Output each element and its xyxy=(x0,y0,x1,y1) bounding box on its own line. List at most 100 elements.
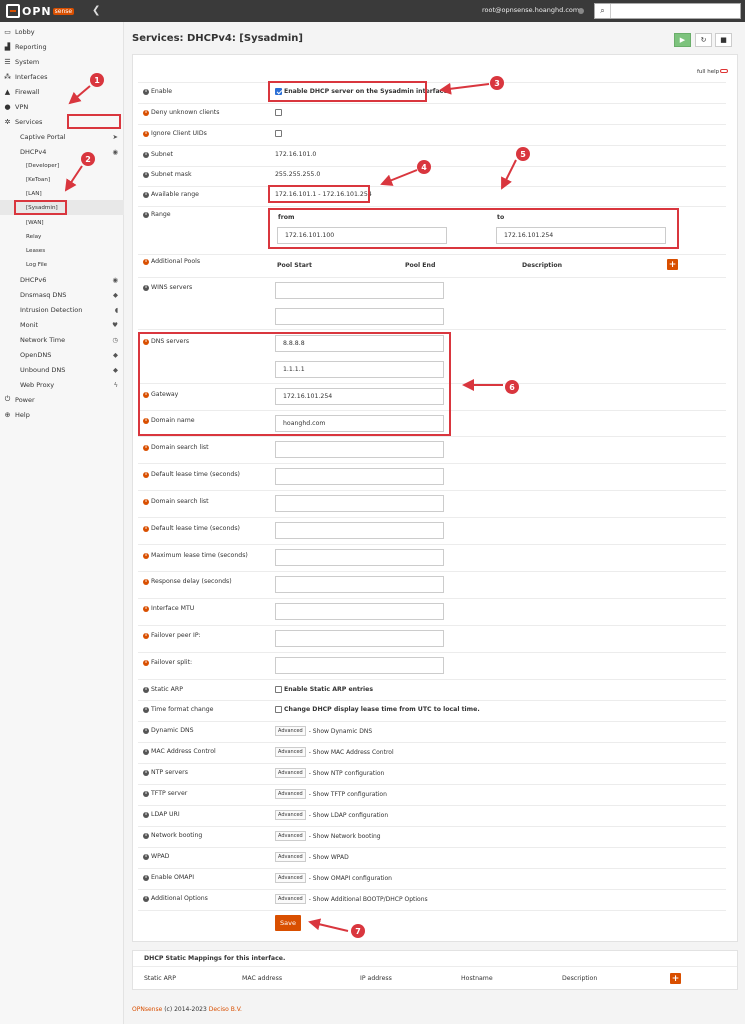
divider xyxy=(138,910,726,911)
ldap-advanced[interactable]: Advanced - Show LDAP configuration xyxy=(275,810,388,820)
failover-split-input[interactable] xyxy=(275,657,444,674)
sidebar-item-lobby[interactable]: ▭ Lobby xyxy=(0,24,124,39)
sidebar-item-unbound-dns[interactable]: Unbound DNS ◆ xyxy=(0,362,124,377)
response-delay-input[interactable] xyxy=(275,576,444,593)
collapse-sidebar-icon[interactable]: ❮ xyxy=(92,5,100,16)
mac-control-advanced[interactable]: Advanced - Show MAC Address Control xyxy=(275,747,394,757)
sidebar-item-captive-portal[interactable]: Captive Portal ➤ xyxy=(0,129,124,144)
info-icon: i xyxy=(143,706,149,713)
heartbeat-icon: ♥ xyxy=(112,320,118,329)
info-icon: i xyxy=(143,686,149,693)
divider xyxy=(138,166,726,167)
additional-options-advanced[interactable]: Advanced - Show Additional BOOTP/DHCP Opt… xyxy=(275,894,428,904)
wins-server-2-input[interactable] xyxy=(275,308,444,325)
ntp-advanced[interactable]: Advanced - Show NTP configuration xyxy=(275,768,384,778)
highlight-range xyxy=(268,208,679,249)
default-lease-time-input[interactable] xyxy=(275,468,444,485)
subnet-mask-label: i Subnet mask xyxy=(143,171,192,178)
sidebar-item-firewall[interactable]: ▲ Firewall xyxy=(0,84,124,99)
domain-search-list-input[interactable] xyxy=(275,441,444,458)
info-icon: i xyxy=(143,151,149,158)
static-arp-checkbox[interactable] xyxy=(275,686,282,693)
sidebar-item-web-proxy[interactable]: Web Proxy ϟ xyxy=(0,377,124,392)
user-menu[interactable]: root@opnsense.hoanghd.com xyxy=(482,6,579,14)
start-service-button[interactable]: ▶ xyxy=(674,33,691,47)
response-delay-label: i Response delay (seconds) xyxy=(143,578,232,585)
stop-service-button[interactable]: ■ xyxy=(715,33,732,47)
failover-peer-ip-label: i Failover peer IP: xyxy=(143,632,201,639)
sidebar-item-vpn[interactable]: ● VPN xyxy=(0,99,124,114)
sidebar-item-lan[interactable]: [LAN] xyxy=(0,186,124,201)
ignore-uids-label: i Ignore Client UIDs xyxy=(143,130,207,137)
info-icon: i xyxy=(143,769,149,776)
info-icon: i xyxy=(143,191,149,198)
failover-peer-ip-input[interactable] xyxy=(275,630,444,647)
available-range-label: i Available range xyxy=(143,191,199,198)
page-title: Services: DHCPv4: [Sysadmin] xyxy=(132,33,303,44)
info-icon: i xyxy=(143,471,149,478)
full-help-toggle[interactable]: full help xyxy=(697,69,729,75)
info-icon: i xyxy=(143,727,149,734)
save-button[interactable]: Save xyxy=(275,915,301,931)
status-dot-icon xyxy=(578,8,584,14)
search-icon[interactable]: ⌕ xyxy=(595,4,611,18)
sidebar-item-developer[interactable]: [Developer] xyxy=(0,158,124,173)
add-pool-button[interactable]: + xyxy=(667,259,678,270)
sidebar-item-reporting[interactable]: ▟ Reporting xyxy=(0,39,124,54)
ignore-uids-checkbox[interactable] xyxy=(275,130,282,137)
sidebar-item-power[interactable]: ⏻ Power xyxy=(0,392,124,407)
time-format-checkbox[interactable] xyxy=(275,706,282,713)
info-icon: i xyxy=(143,748,149,755)
domain-search-list-2-input[interactable] xyxy=(275,495,444,512)
wpad-label: i WPAD xyxy=(143,853,169,860)
divider xyxy=(138,463,726,464)
wins-servers-label: i WINS servers xyxy=(143,284,192,291)
max-lease-time-input[interactable] xyxy=(275,549,444,566)
deny-unknown-checkbox[interactable] xyxy=(275,109,282,116)
divider xyxy=(138,329,726,330)
wins-server-1-input[interactable] xyxy=(275,282,444,299)
sidebar-item-interfaces[interactable]: ⁂ Interfaces xyxy=(0,69,124,84)
divider xyxy=(138,490,726,491)
sidebar-item-dnsmasq[interactable]: Dnsmasq DNS ◆ xyxy=(0,287,124,302)
divider xyxy=(138,517,726,518)
enable-label: i Enable xyxy=(143,88,172,95)
omapi-advanced[interactable]: Advanced - Show OMAPI configuration xyxy=(275,873,392,883)
info-icon: i xyxy=(143,632,149,639)
tags-icon: ◆ xyxy=(113,350,118,359)
sidebar-item-leases[interactable]: Leases xyxy=(0,243,124,258)
tags-icon: ◆ xyxy=(113,365,118,374)
sidebar-item-help[interactable]: ⊕ Help xyxy=(0,407,124,422)
interface-mtu-input[interactable] xyxy=(275,603,444,620)
opnsense-logo[interactable]: OPN sense xyxy=(6,4,75,18)
plug-icon: ⏻ xyxy=(4,395,11,403)
sidebar-item-system[interactable]: ☰ System xyxy=(0,54,124,69)
restart-service-button[interactable]: ↻ xyxy=(695,33,712,47)
annotation-badge-1: 1 xyxy=(90,73,104,87)
sidebar-item-ketoan[interactable]: [KeToan] xyxy=(0,172,124,187)
wpad-advanced[interactable]: Advanced - Show WPAD xyxy=(275,852,349,862)
sidebar-item-relay[interactable]: Relay xyxy=(0,229,124,244)
sidebar-item-monit[interactable]: Monit ♥ xyxy=(0,317,124,332)
sidebar-item-dhcpv6[interactable]: DHCPv6 ◉ xyxy=(0,272,124,287)
sidebar-item-network-time[interactable]: Network Time ◷ xyxy=(0,332,124,347)
sidebar-item-intrusion-detection[interactable]: Intrusion Detection ◖ xyxy=(0,302,124,317)
search-box[interactable]: ⌕ xyxy=(594,3,741,19)
sidebar-item-opendns[interactable]: OpenDNS ◆ xyxy=(0,347,124,362)
tftp-advanced[interactable]: Advanced - Show TFTP configuration xyxy=(275,789,387,799)
divider xyxy=(138,598,726,599)
annotation-badge-6: 6 xyxy=(505,380,519,394)
sidebar-item-wan[interactable]: [WAN] xyxy=(0,215,124,230)
divider xyxy=(138,742,726,743)
sidebar-item-log-file[interactable]: Log File xyxy=(0,257,124,272)
fire-icon: ▲ xyxy=(4,87,11,96)
divider xyxy=(138,277,726,278)
default-lease-time-2-input[interactable] xyxy=(275,522,444,539)
network-booting-advanced[interactable]: Advanced - Show Network booting xyxy=(275,831,381,841)
interface-mtu-label: i Interface MTU xyxy=(143,605,194,612)
add-static-mapping-button[interactable]: + xyxy=(670,973,681,984)
dynamic-dns-advanced[interactable]: Advanced - Show Dynamic DNS xyxy=(275,726,372,736)
sidebar-item-dhcpv4[interactable]: DHCPv4 ◉ xyxy=(0,144,124,159)
info-icon: i xyxy=(143,88,149,95)
divider xyxy=(138,82,726,83)
